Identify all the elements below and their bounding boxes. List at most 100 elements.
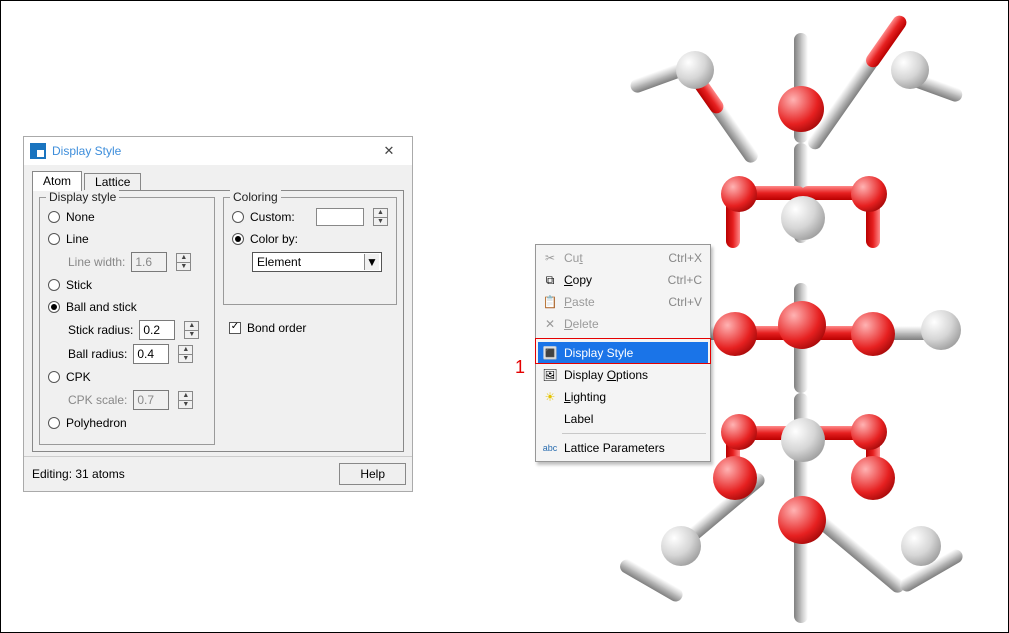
radio-polyhedron[interactable] [48, 417, 60, 429]
paste-icon: 📋 [542, 294, 558, 310]
status-text: Editing: 31 atoms [32, 467, 125, 481]
ballradius-field[interactable] [133, 344, 169, 364]
window-title: Display Style [52, 144, 372, 158]
display-style-dialog: Display Style ✕ Atom Lattice Display sty… [23, 136, 413, 492]
copy-icon: ⧉ [542, 272, 558, 288]
radio-custom-label: Custom: [250, 210, 295, 224]
linewidth-input [132, 253, 166, 271]
ballradius-label: Ball radius: [68, 347, 127, 361]
menu-separator [562, 338, 706, 339]
stickradius-input[interactable] [140, 321, 174, 339]
menu-display-style-label: Display Style [564, 346, 702, 360]
atom-grey [921, 310, 961, 350]
tab-atom-label: Atom [43, 174, 71, 188]
menu-display-options-label: Display Options [564, 368, 648, 382]
menu-paste: 📋 Paste Ctrl+V [538, 291, 708, 313]
menu-copy-label: Copy [564, 273, 592, 287]
linewidth-field [131, 252, 167, 272]
close-button[interactable]: ✕ [372, 140, 406, 162]
radio-polyhedron-label: Polyhedron [66, 416, 127, 430]
ballradius-input[interactable] [134, 345, 168, 363]
menu-label[interactable]: Label [538, 408, 708, 430]
radio-custom-color[interactable] [232, 211, 244, 223]
app-icon [30, 143, 46, 159]
radio-ball-and-stick[interactable] [48, 301, 60, 313]
radio-cpk-label: CPK [66, 370, 91, 384]
group-coloring: Coloring Custom: ▲▼ Color by: [223, 197, 397, 305]
titlebar[interactable]: Display Style ✕ [24, 137, 412, 165]
menu-cut-label: Cut [564, 251, 583, 265]
menu-display-style[interactable]: 🔳 Display Style [538, 342, 708, 364]
checkbox-bond-order-label: Bond order [247, 321, 306, 335]
menu-delete-label: Delete [564, 317, 599, 331]
dropdown-arrow-icon: ▼ [364, 254, 379, 270]
linewidth-spin: ▲▼ [176, 253, 191, 271]
cpkscale-spin: ▲▼ [178, 391, 193, 409]
atom-red [778, 86, 824, 132]
context-menu: ✂ Cut Ctrl+X ⧉ Copy Ctrl+C 📋 Paste Ctrl+… [535, 244, 711, 462]
atom-red [713, 312, 757, 356]
menu-delete: ✕ Delete [538, 313, 708, 335]
menu-label-label: Label [564, 412, 702, 426]
menu-paste-label: Paste [564, 295, 595, 309]
group-coloring-legend: Coloring [230, 190, 281, 204]
cpkscale-field [133, 390, 169, 410]
atom-grey [676, 51, 714, 89]
atom-red [851, 456, 895, 500]
radio-stick[interactable] [48, 279, 60, 291]
color-by-value: Element [257, 255, 301, 269]
atom-red [721, 176, 757, 212]
radio-none-label: None [66, 210, 95, 224]
tab-panel-atom: Display style None Line Line width: ▲▼ [32, 190, 404, 452]
atom-red [851, 414, 887, 450]
radio-none[interactable] [48, 211, 60, 223]
radio-line-label: Line [66, 232, 89, 246]
lighting-icon: ☀ [542, 389, 558, 405]
atom-grey [661, 526, 701, 566]
tab-lattice-label: Lattice [95, 175, 130, 189]
color-by-select[interactable]: Element ▼ [252, 252, 382, 272]
menu-display-options[interactable]: 🖼 Display Options [538, 364, 708, 386]
atom-grey [781, 418, 825, 462]
menu-lighting-label: Lighting [564, 390, 606, 404]
atom-grey [891, 51, 929, 89]
tab-atom[interactable]: Atom [32, 171, 82, 191]
atom-red [713, 456, 757, 500]
atom-red [778, 496, 826, 544]
group-display-style-legend: Display style [46, 190, 119, 204]
custom-color-spin[interactable]: ▲▼ [373, 208, 388, 226]
help-button[interactable]: Help [339, 463, 406, 485]
atom-red [851, 312, 895, 356]
stickradius-label: Stick radius: [68, 323, 133, 337]
display-style-icon: 🔳 [542, 345, 558, 361]
label-icon [542, 411, 558, 427]
lattice-icon: abc [542, 440, 558, 456]
menu-copy[interactable]: ⧉ Copy Ctrl+C [538, 269, 708, 291]
stickradius-field[interactable] [139, 320, 175, 340]
radio-color-by[interactable] [232, 233, 244, 245]
cpkscale-input [134, 391, 168, 409]
stickradius-spin[interactable]: ▲▼ [184, 321, 199, 339]
radio-cpk[interactable] [48, 371, 60, 383]
menu-lattice-parameters-label: Lattice Parameters [564, 441, 702, 455]
menu-copy-shortcut: Ctrl+C [668, 273, 702, 287]
display-options-icon: 🖼 [542, 367, 558, 383]
menu-lighting[interactable]: ☀ Lighting [538, 386, 708, 408]
radio-stick-label: Stick [66, 278, 92, 292]
group-display-style: Display style None Line Line width: ▲▼ [39, 197, 215, 445]
ballradius-spin[interactable]: ▲▼ [178, 345, 193, 363]
radio-line[interactable] [48, 233, 60, 245]
cpkscale-label: CPK scale: [68, 393, 127, 407]
help-button-label: Help [360, 467, 385, 481]
menu-separator [562, 433, 706, 434]
atom-grey [901, 526, 941, 566]
linewidth-label: Line width: [68, 255, 125, 269]
custom-color-swatch[interactable] [316, 208, 364, 226]
menu-lattice-parameters[interactable]: abc Lattice Parameters [538, 437, 708, 459]
atom-red [721, 414, 757, 450]
atom-red [778, 301, 826, 349]
atom-red [851, 176, 887, 212]
checkbox-bond-order[interactable] [229, 322, 241, 334]
annotation-label-1: 1 [515, 357, 525, 378]
menu-paste-shortcut: Ctrl+V [668, 295, 702, 309]
